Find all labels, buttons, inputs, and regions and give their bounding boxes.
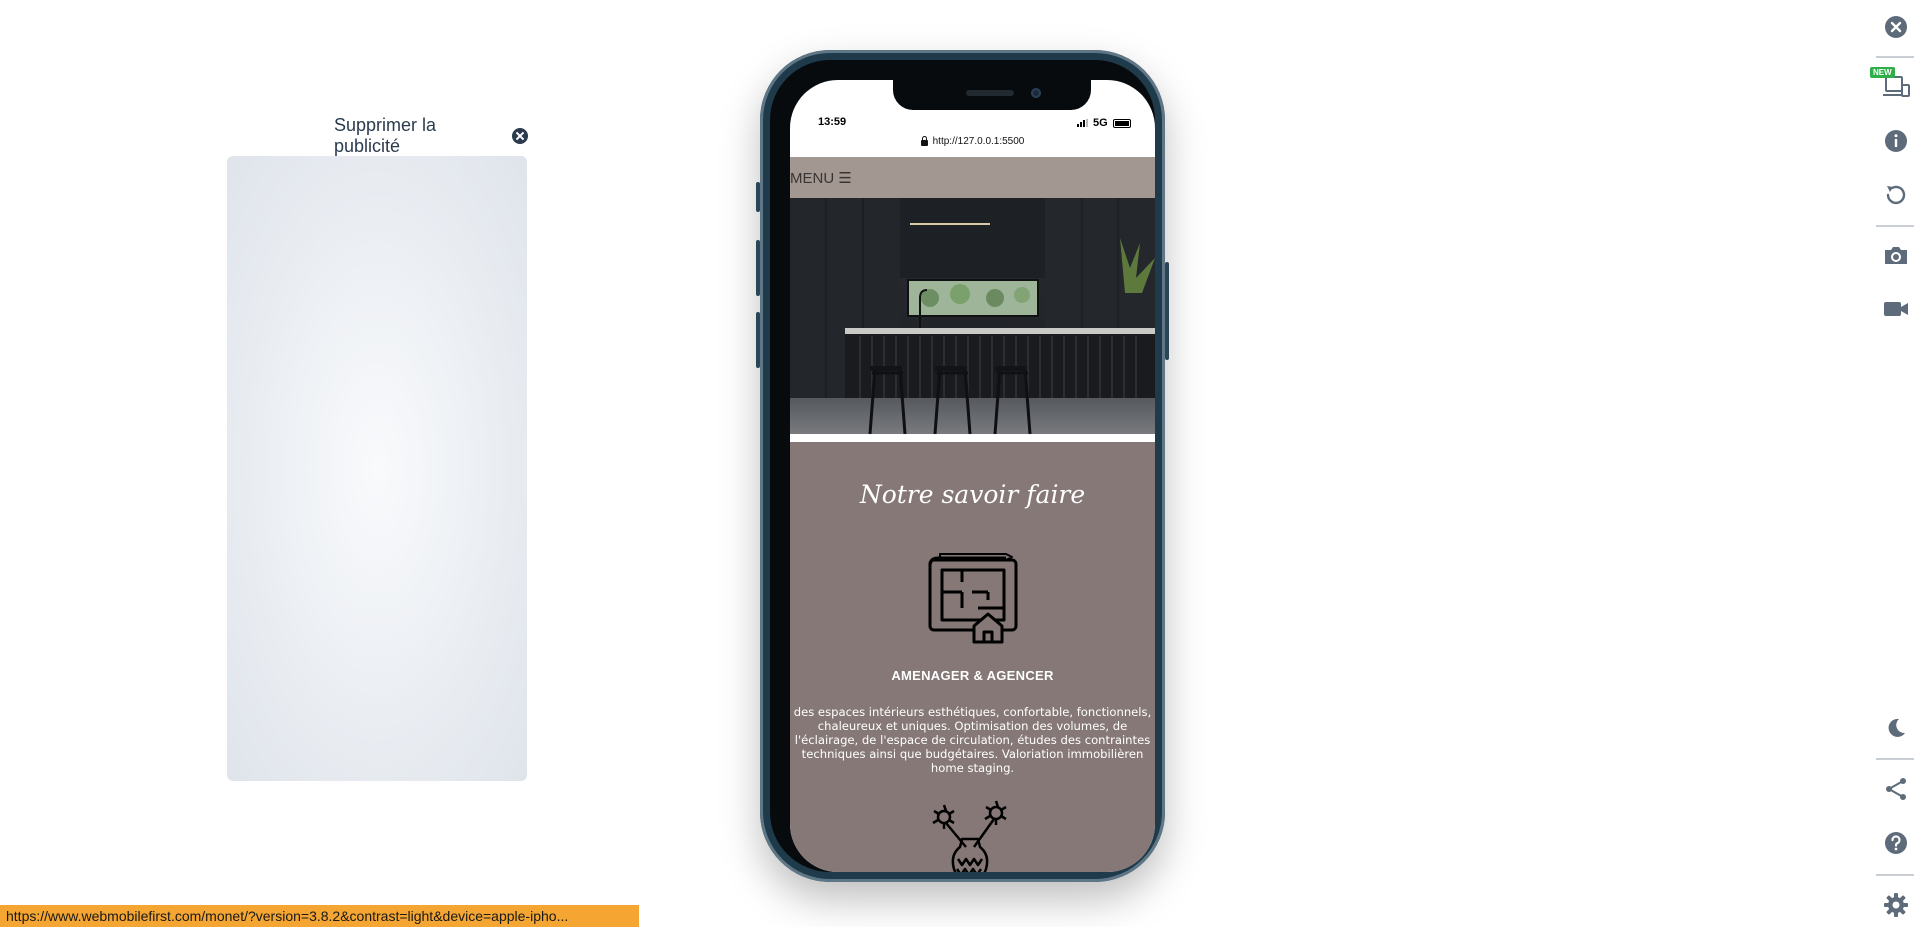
- volume-up-button: [756, 240, 760, 296]
- link-status-url: https://www.webmobilefirst.com/monet/?ve…: [0, 905, 639, 927]
- share-button[interactable]: [1882, 775, 1910, 803]
- video-icon: [1884, 302, 1908, 316]
- service-title: AMENAGER & AGENCER: [891, 668, 1054, 683]
- site-menu-toggle[interactable]: MENU ☰: [790, 157, 1155, 198]
- toolbar-divider: [1876, 874, 1914, 876]
- lock-icon: [920, 135, 928, 146]
- power-button: [1165, 262, 1169, 360]
- mute-switch: [756, 182, 760, 212]
- remove-ad-label: Supprimer la publicité: [334, 115, 437, 156]
- info-icon: [1885, 130, 1907, 152]
- close-emulator-button[interactable]: [1882, 13, 1910, 41]
- battery-icon: [1112, 118, 1131, 128]
- phone-screen[interactable]: 13:59 5G http://127.0.0.1:5500 MENU ☰ No…: [790, 80, 1155, 872]
- remove-ad-button[interactable]: Supprimer la publicité: [334, 115, 528, 156]
- screenshot-button[interactable]: [1882, 241, 1910, 269]
- close-circle-icon: [512, 128, 528, 144]
- section-title: Notre savoir faire: [859, 480, 1086, 509]
- new-badge: NEW: [1870, 67, 1895, 78]
- phone-device-frame: 13:59 5G http://127.0.0.1:5500 MENU ☰ No…: [756, 50, 1169, 882]
- toolbar-divider: [1876, 758, 1914, 760]
- rotate-button[interactable]: [1882, 181, 1910, 209]
- vase-flowers-icon: [932, 800, 1007, 872]
- address-url: http://127.0.0.1:5500: [932, 135, 1025, 147]
- rotate-icon: [1886, 185, 1906, 205]
- toolbar-divider: [1876, 56, 1914, 58]
- close-icon: [1885, 16, 1907, 38]
- menu-label: MENU ☰: [790, 169, 852, 187]
- phone-notch: [893, 80, 1091, 110]
- settings-icon: [1884, 893, 1908, 917]
- share-icon: [1886, 778, 1906, 800]
- phone-bezel: 13:59 5G http://127.0.0.1:5500 MENU ☰ No…: [770, 60, 1155, 872]
- savoir-faire-section: Notre savoir faire AMENAGER & AGENCER de…: [790, 442, 1155, 872]
- status-time: 13:59: [818, 116, 847, 128]
- network-label: 5G: [1093, 117, 1108, 129]
- emulator-page: Supprimer la publicité 13:59 5G http://1…: [0, 0, 1920, 927]
- front-camera: [1031, 88, 1041, 98]
- moon-icon: [1888, 718, 1905, 737]
- hero-kitchen-image: [790, 198, 1155, 438]
- address-bar[interactable]: http://127.0.0.1:5500: [790, 132, 1155, 150]
- ad-placeholder: [227, 156, 527, 781]
- camera-icon: [1885, 247, 1907, 264]
- info-button[interactable]: [1882, 127, 1910, 155]
- floor-plan-icon: [928, 553, 1018, 644]
- status-indicators: 5G: [1077, 117, 1131, 129]
- help-button[interactable]: [1882, 829, 1910, 857]
- volume-down-button: [756, 312, 760, 368]
- settings-button[interactable]: [1882, 891, 1910, 919]
- service-description: des espaces intérieurs esthétiques, conf…: [793, 705, 1152, 775]
- record-video-button[interactable]: [1882, 295, 1910, 323]
- speaker-grille: [966, 90, 1014, 96]
- dark-mode-toggle[interactable]: [1882, 714, 1910, 742]
- kitchen-photo: [790, 198, 1155, 434]
- help-icon: [1885, 832, 1907, 854]
- signal-icon: [1077, 119, 1088, 127]
- toolbar-divider: [1876, 225, 1914, 227]
